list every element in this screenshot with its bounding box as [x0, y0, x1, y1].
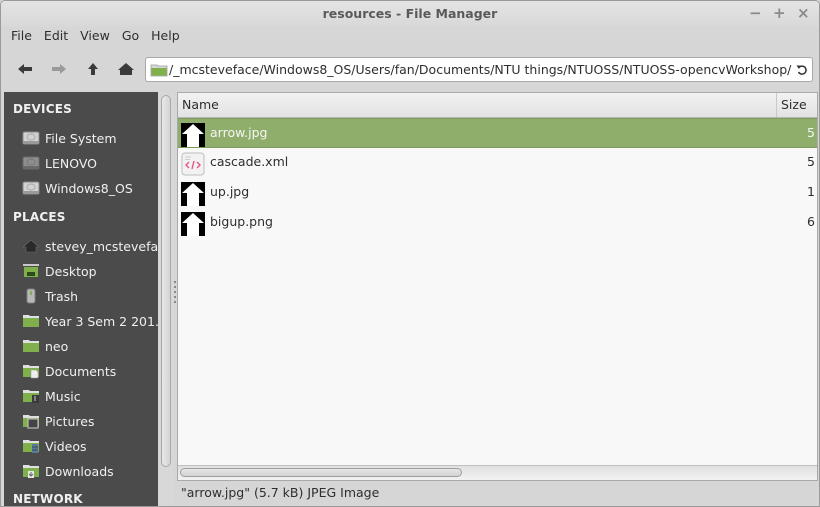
menu-file[interactable]: File: [11, 27, 38, 47]
sidebar-item-lenovo[interactable]: LENOVO: [4, 151, 158, 175]
sidebar-heading-devices: DEVICES: [13, 102, 72, 116]
file-row-cascade-xml[interactable]: cascade.xml 5: [178, 148, 817, 178]
maximize-button[interactable]: +: [773, 5, 786, 21]
horizontal-scrollbar-thumb[interactable]: [180, 468, 462, 477]
back-arrow-icon: [18, 64, 32, 74]
sidebar-item-year3-sem2[interactable]: Year 3 Sem 2 201…: [4, 309, 158, 333]
sidebar-item-music[interactable]: Music: [4, 384, 158, 408]
menu-go[interactable]: Go: [122, 27, 145, 47]
sidebar-item-file-system[interactable]: File System: [4, 126, 158, 150]
sidebar-scrollbar-thumb[interactable]: [161, 95, 171, 467]
sidebar-item-windows8-os[interactable]: Windows8_OS: [4, 176, 158, 200]
drive-icon: [22, 179, 40, 197]
videos-folder-icon: [22, 437, 40, 455]
sidebar-item-documents[interactable]: Documents: [4, 359, 158, 383]
menu-help[interactable]: Help: [151, 27, 186, 47]
file-size: 5: [807, 125, 815, 140]
title-bar[interactable]: resources - File Manager − + ×: [1, 1, 819, 27]
file-name: arrow.jpg: [210, 125, 268, 140]
file-name: up.jpg: [210, 184, 250, 199]
up-button[interactable]: [83, 59, 103, 79]
sidebar-heading-places: PLACES: [13, 210, 66, 224]
downloads-folder-icon: [22, 462, 40, 480]
file-list-header: Name Size: [178, 93, 817, 118]
sidebar-scrollbar[interactable]: [159, 92, 173, 506]
trash-icon: [22, 287, 40, 305]
sidebar: DEVICES File System LENOVO Windows8_OS P…: [4, 92, 158, 506]
status-bar: "arrow.jpg" (5.7 kB) JPEG Image: [181, 485, 380, 500]
sidebar-item-downloads[interactable]: Downloads: [4, 459, 158, 483]
close-button[interactable]: ×: [797, 5, 810, 21]
folder-icon: [150, 64, 168, 76]
desktop-icon: [22, 262, 40, 280]
music-folder-icon: [22, 387, 40, 405]
reload-button[interactable]: [792, 60, 812, 80]
reload-icon: [796, 64, 807, 75]
sidebar-item-desktop[interactable]: Desktop: [4, 259, 158, 283]
file-row-bigup-png[interactable]: bigup.png 6: [178, 208, 817, 238]
drive-icon: [22, 154, 40, 172]
file-size: 5: [807, 154, 815, 169]
image-thumbnail-icon: [181, 182, 205, 206]
file-row-arrow-jpg[interactable]: arrow.jpg 5: [178, 118, 817, 148]
folder-icon: [22, 312, 40, 330]
forward-arrow-icon: [52, 64, 66, 74]
location-bar[interactable]: /_mcsteveface/Windows8_OS/Users/fan/Docu…: [145, 57, 813, 82]
file-manager-window: resources - File Manager − + × File Edit…: [0, 0, 820, 507]
sidebar-item-videos[interactable]: Videos: [4, 434, 158, 458]
documents-folder-icon: [22, 362, 40, 380]
back-button[interactable]: [15, 59, 35, 79]
location-path-input[interactable]: /_mcsteveface/Windows8_OS/Users/fan/Docu…: [168, 62, 792, 77]
minimize-button[interactable]: −: [749, 5, 762, 21]
sidebar-item-home[interactable]: stevey_mcstevefa…: [4, 234, 158, 258]
forward-button[interactable]: [49, 59, 69, 79]
drive-icon: [22, 129, 40, 147]
pictures-folder-icon: [22, 412, 40, 430]
menu-bar: File Edit View Go Help: [1, 27, 819, 47]
column-header-name[interactable]: Name: [178, 93, 776, 117]
column-header-size[interactable]: Size: [776, 93, 817, 117]
file-list: Name Size arrow.jpg 5 cascade.xml 5 up.j…: [177, 92, 818, 481]
image-thumbnail-icon: [181, 212, 205, 236]
window-title: resources - File Manager: [322, 6, 498, 21]
file-size: 6: [807, 214, 815, 229]
home-icon: [118, 63, 134, 75]
sidebar-item-neo[interactable]: neo: [4, 334, 158, 358]
menu-view[interactable]: View: [80, 27, 116, 47]
folder-icon: [22, 337, 40, 355]
file-name: cascade.xml: [210, 154, 289, 169]
up-arrow-icon: [88, 63, 98, 75]
sidebar-item-trash[interactable]: Trash: [4, 284, 158, 308]
sidebar-heading-network: NETWORK: [13, 492, 83, 506]
file-size: 1: [807, 184, 815, 199]
menu-edit[interactable]: Edit: [44, 27, 74, 47]
file-name: bigup.png: [210, 214, 273, 229]
home-icon: [22, 237, 40, 255]
xml-file-icon: [181, 152, 205, 176]
file-row-up-jpg[interactable]: up.jpg 1: [178, 178, 817, 208]
home-button[interactable]: [116, 59, 136, 79]
file-list-horizontal-scrollbar[interactable]: [178, 465, 817, 480]
sidebar-item-pictures[interactable]: Pictures: [4, 409, 158, 433]
image-thumbnail-icon: [181, 123, 205, 147]
